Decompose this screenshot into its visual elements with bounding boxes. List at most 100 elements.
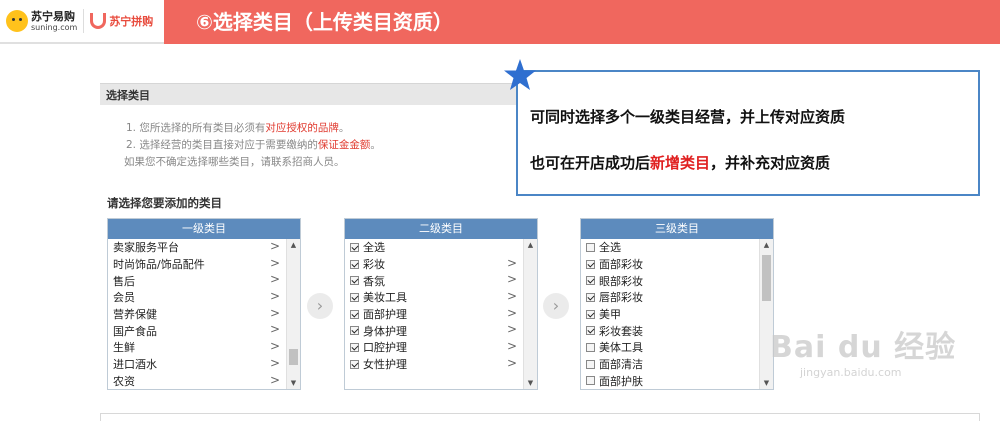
level2-item[interactable]: 身体护理 > xyxy=(345,322,523,339)
suning-logo-cn: 苏宁易购 xyxy=(31,9,75,23)
item-label: 卖家服务平台 xyxy=(113,241,179,255)
note-1: 1. 您所选择的所有类目必须有对应授权的品牌。 xyxy=(126,122,350,134)
checkbox[interactable] xyxy=(586,276,595,286)
next-level-arrow-1[interactable]: › xyxy=(307,293,333,319)
chevron-right-icon: > xyxy=(269,305,280,320)
level3-item[interactable]: 面部彩妆 xyxy=(581,256,759,273)
item-label: 国产食品 xyxy=(113,324,157,338)
level3-item[interactable]: 眼部彩妆 xyxy=(581,272,759,289)
checkbox[interactable] xyxy=(586,292,595,302)
checkbox[interactable] xyxy=(586,242,595,252)
checkbox[interactable] xyxy=(350,309,359,319)
checkbox[interactable] xyxy=(586,342,595,352)
scroll-down-icon[interactable]: ▼ xyxy=(287,377,300,389)
checkbox[interactable] xyxy=(350,276,359,286)
level1-item[interactable]: 国产食品 > xyxy=(108,322,286,339)
level3-item[interactable]: 全选 xyxy=(581,239,759,256)
item-label: 全选 xyxy=(599,241,621,255)
item-label: 面部清洁 xyxy=(599,358,643,372)
category-notes: 1. 您所选择的所有类目必须有对应授权的品牌。 2. 选择经营的类目直接对应于需… xyxy=(124,120,381,171)
level1-item[interactable]: 农资 > xyxy=(108,373,286,390)
level1-item[interactable]: 会员 > xyxy=(108,289,286,306)
pingou-u-icon xyxy=(90,13,107,29)
checkbox[interactable] xyxy=(350,292,359,302)
checkbox[interactable] xyxy=(350,359,359,369)
level3-item[interactable]: 面部护肤 xyxy=(581,373,759,390)
pingou-logo[interactable]: 苏宁拼购 xyxy=(90,13,153,29)
star-icon xyxy=(504,59,536,90)
item-label: 生鲜 xyxy=(113,341,135,355)
checkbox[interactable] xyxy=(350,242,359,252)
item-label: 美体工具 xyxy=(599,341,643,355)
level1-item[interactable]: 卖家服务平台 > xyxy=(108,239,286,256)
item-label: 农资 xyxy=(113,374,135,388)
level2-header: 二级类目 xyxy=(345,219,537,239)
header-banner: 苏宁易购 suning.com 苏宁拼购 ⑥选择类目（上传类目资质） xyxy=(0,0,1000,44)
item-label: 售后 xyxy=(113,274,135,288)
scroll-thumb[interactable] xyxy=(762,255,771,301)
chevron-right-icon: > xyxy=(506,305,517,320)
level2-item[interactable]: 面部护理 > xyxy=(345,306,523,323)
checkbox[interactable] xyxy=(586,259,595,269)
scroll-thumb[interactable] xyxy=(289,349,298,365)
checkbox[interactable] xyxy=(350,326,359,336)
level1-item[interactable]: 进口酒水 > xyxy=(108,356,286,373)
scroll-up-icon[interactable]: ▲ xyxy=(287,239,300,251)
scroll-down-icon[interactable]: ▼ xyxy=(524,377,537,389)
level3-item[interactable]: 面部清洁 xyxy=(581,356,759,373)
level3-item[interactable]: 彩妆套装 xyxy=(581,322,759,339)
chevron-right-icon: > xyxy=(269,339,280,354)
level1-scrollbar[interactable]: ▲ ▼ xyxy=(286,239,300,389)
level1-item[interactable]: 售后 > xyxy=(108,272,286,289)
level3-item[interactable]: 美甲 xyxy=(581,306,759,323)
level1-list: 卖家服务平台 > 时尚饰品/饰品配件 > 售后 > 会员 > 营养保健 > 国产食品 > 生鲜 > 进口酒水… xyxy=(108,239,286,389)
checkbox[interactable] xyxy=(586,359,595,369)
level2-item[interactable]: 女性护理 > xyxy=(345,356,523,373)
lion-face-icon xyxy=(6,10,28,32)
chevron-right-icon: > xyxy=(506,355,517,370)
item-label: 美妆工具 xyxy=(363,291,407,305)
note-1-highlight: 对应授权的品牌 xyxy=(265,122,339,134)
pingou-logo-cn: 苏宁拼购 xyxy=(109,14,154,28)
level3-item[interactable]: 唇部彩妆 xyxy=(581,289,759,306)
item-label: 进口酒水 xyxy=(113,358,157,372)
checkbox[interactable] xyxy=(350,259,359,269)
checkbox[interactable] xyxy=(350,342,359,352)
item-label: 面部护肤 xyxy=(599,374,643,388)
level1-item[interactable]: 营养保健 > xyxy=(108,306,286,323)
level2-item[interactable]: 香氛 > xyxy=(345,272,523,289)
level2-item[interactable]: 美妆工具 > xyxy=(345,289,523,306)
level2-item[interactable]: 全选 xyxy=(345,239,523,256)
callout-line-1: 可同时选择多个一级类目经营，并上传对应资质 xyxy=(530,108,846,126)
scroll-up-icon[interactable]: ▲ xyxy=(760,239,773,251)
item-label: 美甲 xyxy=(599,308,621,322)
section-title: 选择类目 xyxy=(106,89,150,102)
chevron-right-icon: > xyxy=(269,255,280,270)
item-label: 面部护理 xyxy=(363,308,407,322)
watermark-sub: jingyan.baidu.com xyxy=(800,366,902,379)
item-label: 香氛 xyxy=(363,274,385,288)
level2-list: 全选 彩妆 > 香氛 > 美妆工具 > 面部护理 > 身体护理 > 口腔护理 > 女性护理 > xyxy=(345,239,523,389)
level2-scrollbar[interactable]: ▲ ▼ xyxy=(523,239,537,389)
item-label: 时尚饰品/饰品配件 xyxy=(113,258,205,272)
next-level-arrow-2[interactable]: › xyxy=(543,293,569,319)
checkbox[interactable] xyxy=(586,376,595,386)
item-label: 身体护理 xyxy=(363,324,407,338)
checkbox[interactable] xyxy=(586,309,595,319)
logo-divider xyxy=(83,9,85,33)
level3-item[interactable]: 美体工具 xyxy=(581,339,759,356)
level1-item[interactable]: 生鲜 > xyxy=(108,339,286,356)
scroll-up-icon[interactable]: ▲ xyxy=(524,239,537,251)
level2-item[interactable]: 口腔护理 > xyxy=(345,339,523,356)
callout-box: 可同时选择多个一级类目经营，并上传对应资质 也可在开店成功后新增类目，并补充对应… xyxy=(516,70,980,196)
item-label: 会员 xyxy=(113,291,135,305)
item-label: 面部彩妆 xyxy=(599,258,643,272)
level1-item[interactable]: 时尚饰品/饰品配件 > xyxy=(108,256,286,273)
suning-logo[interactable]: 苏宁易购 suning.com xyxy=(6,10,77,32)
chevron-right-icon: > xyxy=(506,322,517,337)
item-label: 彩妆 xyxy=(363,258,385,272)
checkbox[interactable] xyxy=(586,326,595,336)
chevron-right-icon: > xyxy=(269,272,280,287)
level3-list: 全选面部彩妆 眼部彩妆 唇部彩妆美甲 彩妆套装美体工具面部清洁面部护肤 xyxy=(581,239,759,389)
level2-item[interactable]: 彩妆 > xyxy=(345,256,523,273)
